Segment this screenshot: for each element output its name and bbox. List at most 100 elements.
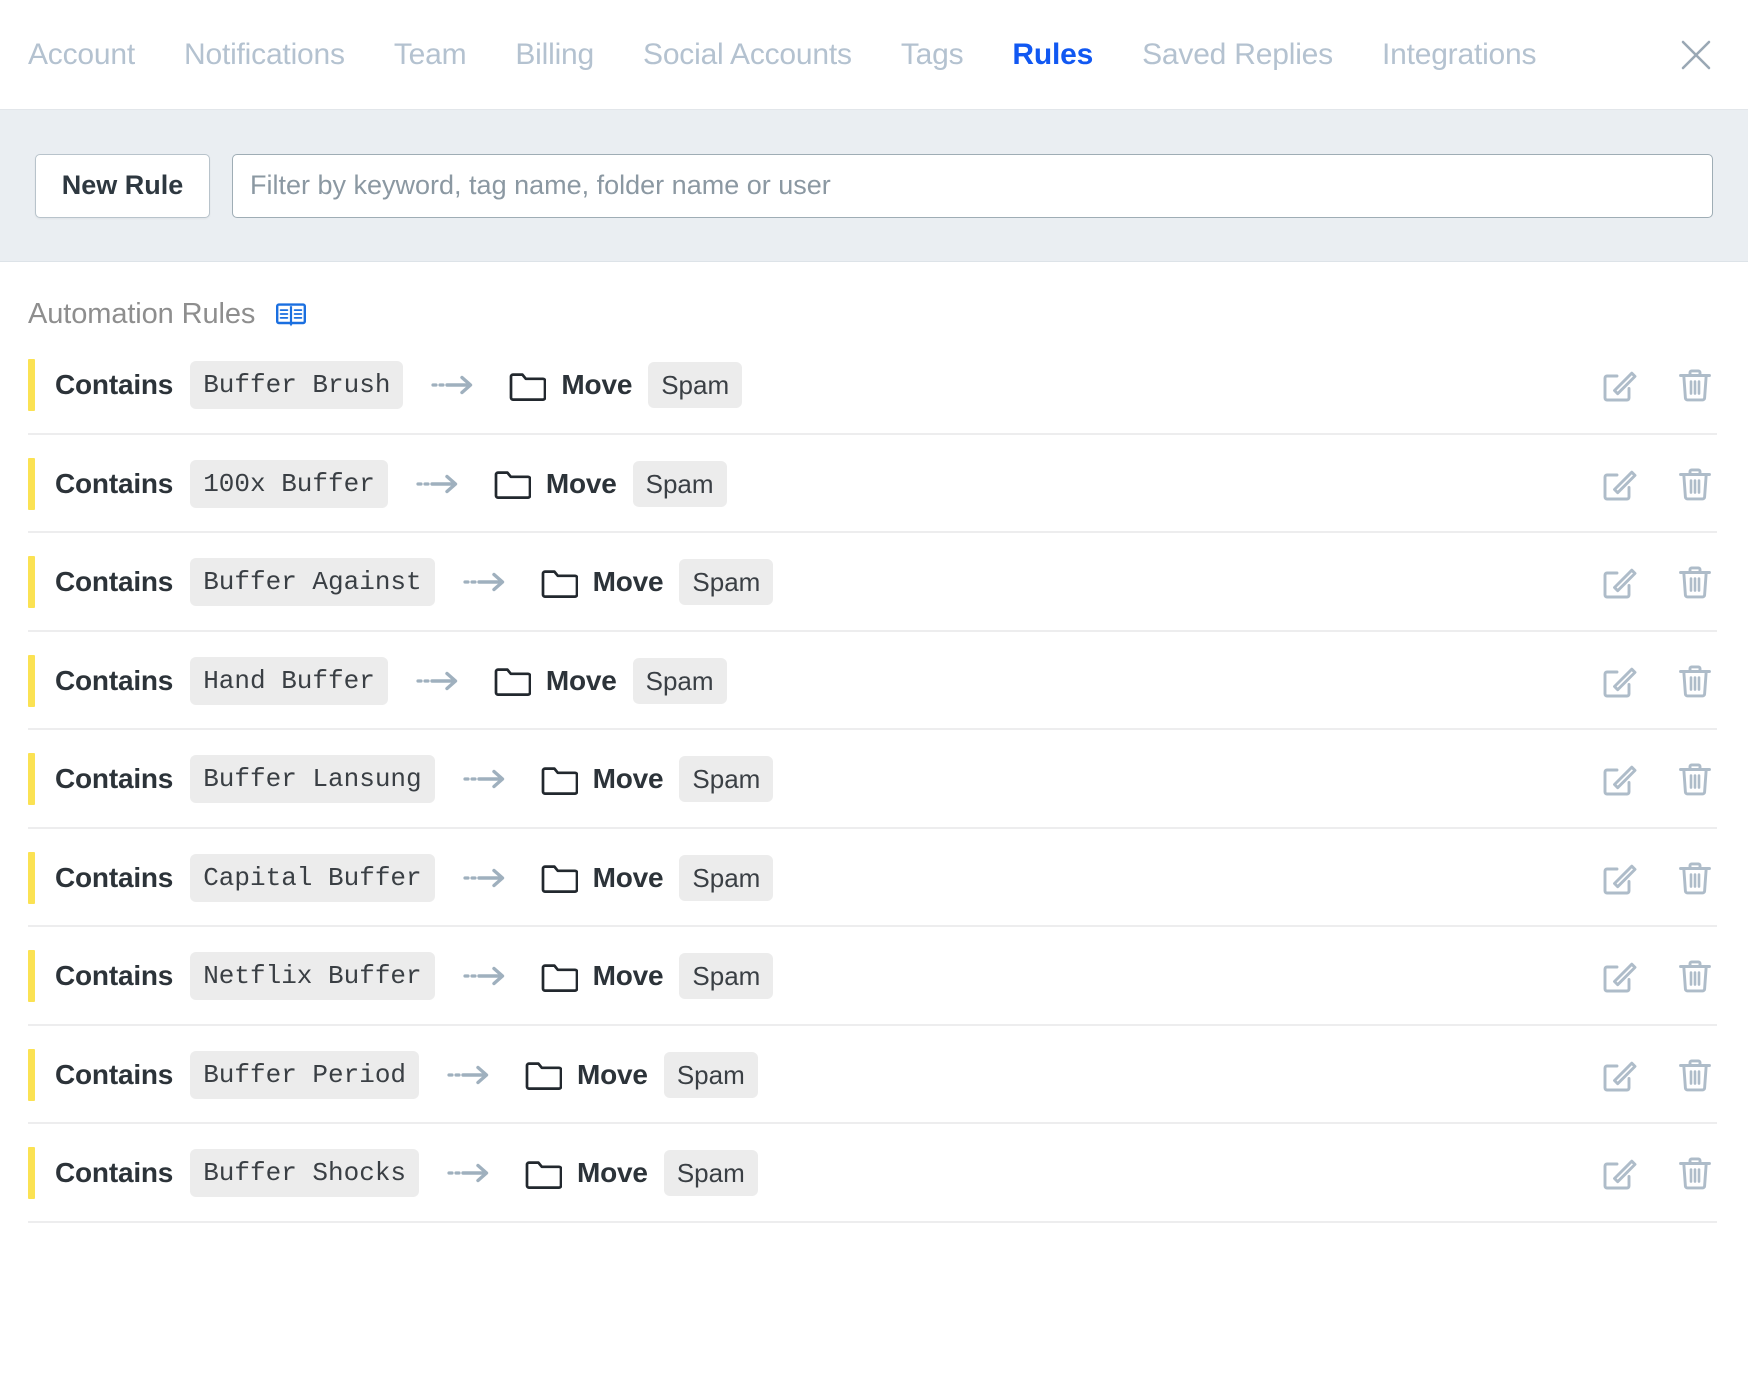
folder-icon bbox=[540, 861, 578, 894]
delete-icon[interactable] bbox=[1675, 759, 1715, 799]
rule-status-bar bbox=[28, 1147, 35, 1200]
rule-row-actions bbox=[1599, 1153, 1715, 1193]
rule-row: Contains Buffer Lansung Move Spam bbox=[0, 730, 1748, 829]
delete-icon[interactable] bbox=[1675, 464, 1715, 504]
arrow-right-icon bbox=[447, 1160, 495, 1186]
rule-status-bar bbox=[28, 1048, 35, 1101]
tab-social-accounts[interactable]: Social Accounts bbox=[643, 38, 852, 72]
rule-status-bar bbox=[28, 851, 35, 904]
rule-target-chip: Spam bbox=[679, 953, 774, 1000]
tab-rules[interactable]: Rules bbox=[1012, 38, 1093, 72]
tab-account[interactable]: Account bbox=[28, 38, 135, 72]
rule-row: Contains Buffer Period Move Spam bbox=[0, 1026, 1748, 1125]
rule-row-actions bbox=[1599, 956, 1715, 996]
tab-billing[interactable]: Billing bbox=[515, 38, 594, 72]
delete-icon[interactable] bbox=[1675, 661, 1715, 701]
rule-action-label: Move bbox=[592, 763, 664, 795]
tab-integrations[interactable]: Integrations bbox=[1382, 38, 1537, 72]
rule-target-chip: Spam bbox=[663, 1150, 758, 1197]
tab-notifications[interactable]: Notifications bbox=[184, 38, 345, 72]
tab-tags[interactable]: Tags bbox=[901, 38, 964, 72]
rule-row-actions bbox=[1599, 661, 1715, 701]
rule-row-actions bbox=[1599, 365, 1715, 405]
arrow-right-icon bbox=[431, 372, 479, 398]
rule-keyword-chip: Netflix Buffer bbox=[190, 952, 435, 1001]
arrow-right-icon bbox=[463, 865, 511, 891]
rule-row: Contains Capital Buffer Move Spam bbox=[0, 829, 1748, 928]
rule-target-chip: Spam bbox=[663, 1051, 758, 1098]
rule-action-label: Move bbox=[545, 664, 617, 696]
rule-action-label: Move bbox=[592, 861, 664, 893]
folder-icon bbox=[524, 1157, 563, 1190]
settings-tab-bar: Account Notifications Team Billing Social Ac… bbox=[0, 0, 1748, 110]
rule-status-bar bbox=[28, 359, 35, 412]
rule-target-chip: Spam bbox=[679, 559, 774, 606]
rule-keyword-chip: 100x Buffer bbox=[190, 459, 388, 508]
close-icon[interactable] bbox=[1674, 33, 1718, 77]
rule-keyword-chip: Buffer Shocks bbox=[190, 1149, 420, 1198]
delete-icon[interactable] bbox=[1675, 1153, 1715, 1193]
edit-icon[interactable] bbox=[1599, 759, 1639, 799]
folder-icon bbox=[540, 763, 578, 796]
arrow-right-icon bbox=[463, 766, 511, 792]
rule-status-bar bbox=[28, 950, 35, 1003]
rule-status-bar bbox=[28, 556, 35, 609]
rule-row: Contains Buffer Against Move Spam bbox=[0, 533, 1748, 632]
rule-status-bar bbox=[28, 457, 35, 510]
automation-rules-list: Contains Buffer Brush Move Spam Contains 100x… bbox=[0, 336, 1748, 1223]
arrow-right-icon bbox=[463, 963, 511, 989]
arrow-right-icon bbox=[416, 668, 464, 694]
rule-status-bar bbox=[28, 753, 35, 806]
rule-status-bar bbox=[28, 654, 35, 707]
folder-icon bbox=[493, 467, 531, 500]
rule-keyword-chip: Buffer Lansung bbox=[190, 755, 435, 804]
rule-row-actions bbox=[1599, 1055, 1715, 1095]
rule-row: Contains Netflix Buffer Move Spam bbox=[0, 927, 1748, 1026]
rule-row-actions bbox=[1599, 464, 1715, 504]
filter-input[interactable] bbox=[232, 153, 1713, 218]
arrow-right-icon bbox=[463, 569, 511, 595]
rule-target-chip: Spam bbox=[679, 756, 774, 803]
edit-icon[interactable] bbox=[1599, 661, 1639, 701]
rule-action-label: Move bbox=[592, 960, 664, 992]
rule-action-label: Move bbox=[577, 1058, 648, 1090]
rule-row-actions bbox=[1599, 858, 1715, 898]
rule-condition-label: Contains bbox=[55, 763, 174, 795]
delete-icon[interactable] bbox=[1675, 562, 1715, 602]
rule-row: Contains 100x Buffer Move Spam bbox=[0, 435, 1748, 534]
tab-saved-replies[interactable]: Saved Replies bbox=[1142, 38, 1333, 72]
edit-icon[interactable] bbox=[1599, 365, 1639, 405]
delete-icon[interactable] bbox=[1675, 1055, 1715, 1095]
rule-condition-label: Contains bbox=[55, 467, 174, 499]
rule-target-chip: Spam bbox=[632, 460, 727, 507]
edit-icon[interactable] bbox=[1599, 562, 1639, 602]
book-icon[interactable] bbox=[276, 302, 307, 328]
edit-icon[interactable] bbox=[1599, 1153, 1639, 1193]
rule-keyword-chip: Buffer Period bbox=[190, 1050, 420, 1099]
rule-condition-label: Contains bbox=[55, 861, 174, 893]
edit-icon[interactable] bbox=[1599, 464, 1639, 504]
automation-rules-header: Automation Rules bbox=[0, 262, 1748, 330]
delete-icon[interactable] bbox=[1675, 858, 1715, 898]
folder-icon bbox=[540, 566, 578, 599]
new-rule-button[interactable]: New Rule bbox=[35, 153, 210, 218]
folder-icon bbox=[524, 1058, 563, 1091]
folder-icon bbox=[508, 369, 547, 402]
rule-target-chip: Spam bbox=[632, 657, 727, 704]
rules-toolbar: New Rule bbox=[0, 110, 1748, 262]
rule-condition-label: Contains bbox=[55, 664, 174, 696]
page-title: Automation Rules bbox=[28, 298, 256, 330]
rule-action-label: Move bbox=[592, 566, 664, 598]
delete-icon[interactable] bbox=[1675, 956, 1715, 996]
folder-icon bbox=[540, 960, 578, 993]
rule-condition-label: Contains bbox=[55, 1157, 174, 1189]
tab-team[interactable]: Team bbox=[394, 38, 467, 72]
rule-keyword-chip: Buffer Against bbox=[190, 558, 435, 607]
rule-action-label: Move bbox=[545, 467, 617, 499]
arrow-right-icon bbox=[447, 1062, 495, 1088]
rule-target-chip: Spam bbox=[679, 854, 774, 901]
edit-icon[interactable] bbox=[1599, 1055, 1639, 1095]
delete-icon[interactable] bbox=[1675, 365, 1715, 405]
edit-icon[interactable] bbox=[1599, 858, 1639, 898]
edit-icon[interactable] bbox=[1599, 956, 1639, 996]
